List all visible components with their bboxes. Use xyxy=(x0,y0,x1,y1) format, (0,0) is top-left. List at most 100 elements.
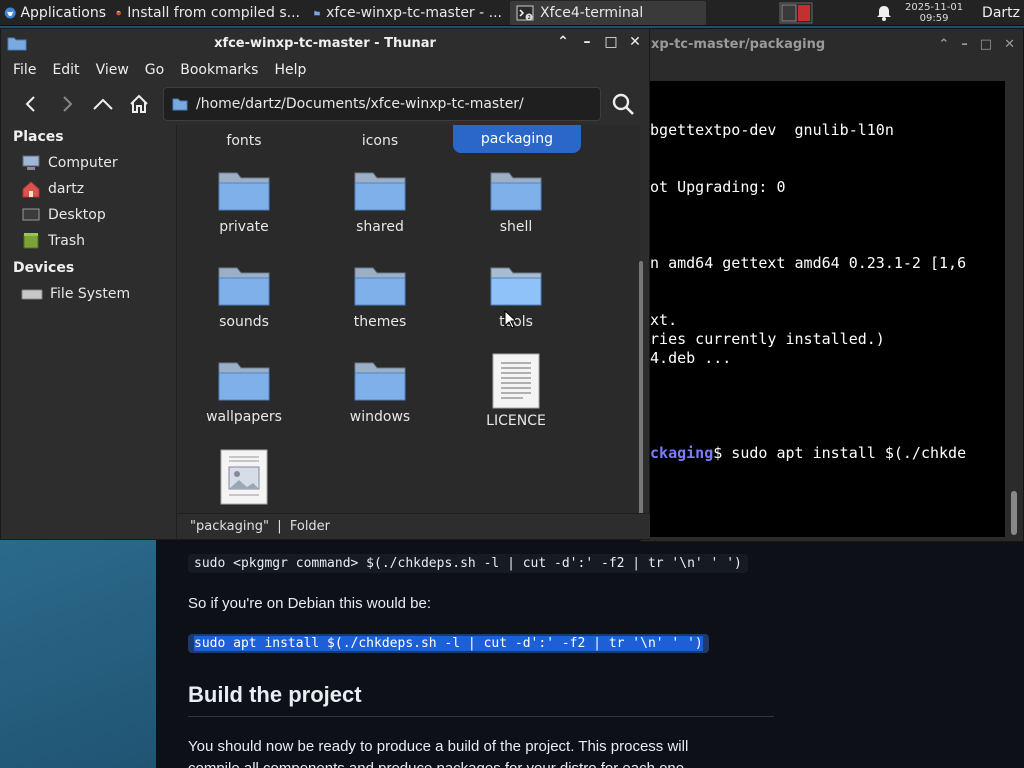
mouse-cursor-icon xyxy=(504,310,518,329)
devices-heading: Devices xyxy=(13,260,75,276)
sidebar-item-filesystem[interactable]: File System xyxy=(21,282,130,306)
sidebar-item-label: File System xyxy=(50,286,131,302)
file-label-packaging-selected[interactable]: packaging xyxy=(453,125,581,153)
terminal-scrollbar[interactable] xyxy=(1007,81,1021,537)
file-label-fonts[interactable]: fonts xyxy=(179,133,309,149)
image-file-icon xyxy=(220,449,268,505)
terminal-line: in amd64 gettext amd64 0.23.1-2 [1,6 xyxy=(641,254,967,272)
folder-windows[interactable]: windows xyxy=(315,355,445,425)
menubar: File Edit View Go Bookmarks Help xyxy=(1,57,649,83)
arrow-left-icon xyxy=(25,96,35,112)
computer-icon xyxy=(22,155,40,170)
terminal-title: xp-tc-master/packaging xyxy=(651,36,826,52)
status-bar: "packaging" | Folder xyxy=(178,513,650,539)
file-label: wallpapers xyxy=(206,409,282,425)
maximize-icon[interactable]: □ xyxy=(980,37,992,52)
window-title: xfce-winxp-tc-master - Thunar xyxy=(214,35,436,51)
folder-icon xyxy=(354,267,406,306)
search-button[interactable] xyxy=(605,87,641,121)
drive-icon xyxy=(21,289,43,300)
clock[interactable]: 2025-11-01 09:59 xyxy=(896,2,972,24)
file-label: themes xyxy=(353,314,407,330)
terminal-line: lbgettextpo-dev gnulib-l10n xyxy=(641,121,894,139)
minimize-icon[interactable]: – xyxy=(579,33,595,51)
terminal-line: 64.deb ... xyxy=(641,349,732,367)
terminal-prompt-line: ackaging$ sudo apt install $(./chkde xyxy=(641,444,966,462)
terminal-line: ories currently installed.) xyxy=(641,330,885,348)
folder-icon xyxy=(490,267,542,306)
menu-file[interactable]: File xyxy=(5,62,44,78)
terminal-window[interactable]: xp-tc-master/packaging ⌃ – □ ✕ lbgettext… xyxy=(640,28,1024,542)
sidebar-item-trash[interactable]: Trash xyxy=(21,229,85,253)
chevron-up-icon[interactable]: ⌃ xyxy=(938,37,949,52)
file-image[interactable] xyxy=(179,449,309,505)
notification-bell-icon[interactable] xyxy=(872,5,896,21)
file-icon-view[interactable]: fonts icons packaging private shared she… xyxy=(178,125,640,515)
file-licence[interactable]: LICENCE xyxy=(451,353,581,429)
home-icon xyxy=(130,94,148,113)
thunar-titlebar[interactable]: xfce-winxp-tc-master - Thunar ⌃ – □ ✕ xyxy=(1,29,649,57)
home-button[interactable] xyxy=(121,87,157,121)
paragraph-text-2: compile all components and produce packa… xyxy=(188,760,684,768)
menu-edit[interactable]: Edit xyxy=(44,62,87,78)
maximize-icon[interactable]: □ xyxy=(603,33,619,51)
close-icon[interactable]: ✕ xyxy=(1004,37,1015,52)
home-folder-icon xyxy=(22,181,40,198)
menu-bookmarks[interactable]: Bookmarks xyxy=(172,62,266,78)
applications-menu-button[interactable]: Applications xyxy=(0,0,110,26)
taskbar-label: xfce-winxp-tc-master - ... xyxy=(326,4,502,21)
status-text: "packaging" | Folder xyxy=(190,519,331,534)
icon-view-scrollbar[interactable] xyxy=(639,261,645,515)
trash-icon xyxy=(23,233,39,249)
sidebar-item-computer[interactable]: Computer xyxy=(21,151,118,175)
folder-wallpapers[interactable]: wallpapers xyxy=(179,355,309,425)
file-label: shell xyxy=(499,219,533,235)
file-label-icons[interactable]: icons xyxy=(315,133,445,149)
prompt-path: ackaging xyxy=(641,444,714,462)
terminal-titlebar[interactable]: xp-tc-master/packaging ⌃ – □ ✕ xyxy=(641,29,1023,59)
menu-help[interactable]: Help xyxy=(266,62,314,78)
taskbar-item-terminal[interactable]: 2 Xfce4-terminal xyxy=(510,0,706,25)
parent-folder-button[interactable] xyxy=(85,87,121,121)
minimize-icon[interactable]: – xyxy=(961,37,968,52)
folder-shared[interactable]: shared xyxy=(315,165,445,235)
folder-private[interactable]: private xyxy=(179,165,309,235)
paragraph-text: You should now be ready to produce a bui… xyxy=(188,738,689,755)
file-label: sounds xyxy=(219,314,269,330)
icon-view-scrollbar-thumb[interactable] xyxy=(639,261,643,515)
clock-time: 09:59 xyxy=(919,13,949,24)
folder-icon xyxy=(218,172,270,211)
workspace-switcher[interactable] xyxy=(776,2,816,24)
menu-go[interactable]: Go xyxy=(137,62,172,78)
panel-tray: 2025-11-01 09:59 Dartz xyxy=(776,0,1024,26)
sidebar-item-desktop[interactable]: Desktop xyxy=(21,203,106,227)
selected-code-text: sudo apt install $(./chkdeps.sh -l | cut… xyxy=(194,636,703,651)
arrow-right-icon xyxy=(63,96,73,112)
terminal-line: Not Upgrading: 0 xyxy=(641,178,786,196)
heading-divider xyxy=(188,716,774,717)
user-menu[interactable]: Dartz xyxy=(972,5,1024,21)
back-button[interactable] xyxy=(13,87,49,121)
folder-shell[interactable]: shell xyxy=(451,165,581,235)
taskbar-item-thunar[interactable]: xfce-winxp-tc-master - ... xyxy=(308,1,508,25)
folder-icon xyxy=(7,35,27,55)
folder-sounds[interactable]: sounds xyxy=(179,260,309,330)
arrow-up-icon xyxy=(93,98,113,110)
folder-themes[interactable]: themes xyxy=(315,260,445,330)
location-bar[interactable]: /home/dartz/Documents/xfce-winxp-tc-mast… xyxy=(163,87,601,121)
debian-instruction-text: So if you're on Debian this would be: xyxy=(188,595,432,612)
code-snippet-generic: sudo <pkgmgr command> $(./chkdeps.sh -l … xyxy=(188,554,748,573)
menu-view[interactable]: View xyxy=(88,62,137,78)
file-label: private xyxy=(219,219,269,235)
forward-button[interactable] xyxy=(49,87,85,121)
chevron-up-icon[interactable]: ⌃ xyxy=(555,33,571,51)
close-icon[interactable]: ✕ xyxy=(627,33,643,51)
file-label: LICENCE xyxy=(486,413,546,429)
terminal-scrollbar-thumb[interactable] xyxy=(1011,491,1017,535)
places-heading: Places xyxy=(13,129,64,145)
terminal-output[interactable]: lbgettextpo-dev gnulib-l10n Not Upgradin… xyxy=(641,81,1005,537)
taskbar-item-firefox[interactable]: Install from compiled s... xyxy=(110,1,306,25)
thunar-window[interactable]: xfce-winxp-tc-master - Thunar ⌃ – □ ✕ Fi… xyxy=(0,28,650,540)
sidebar-item-dartz[interactable]: dartz xyxy=(21,177,84,201)
applications-label: Applications xyxy=(20,4,106,21)
